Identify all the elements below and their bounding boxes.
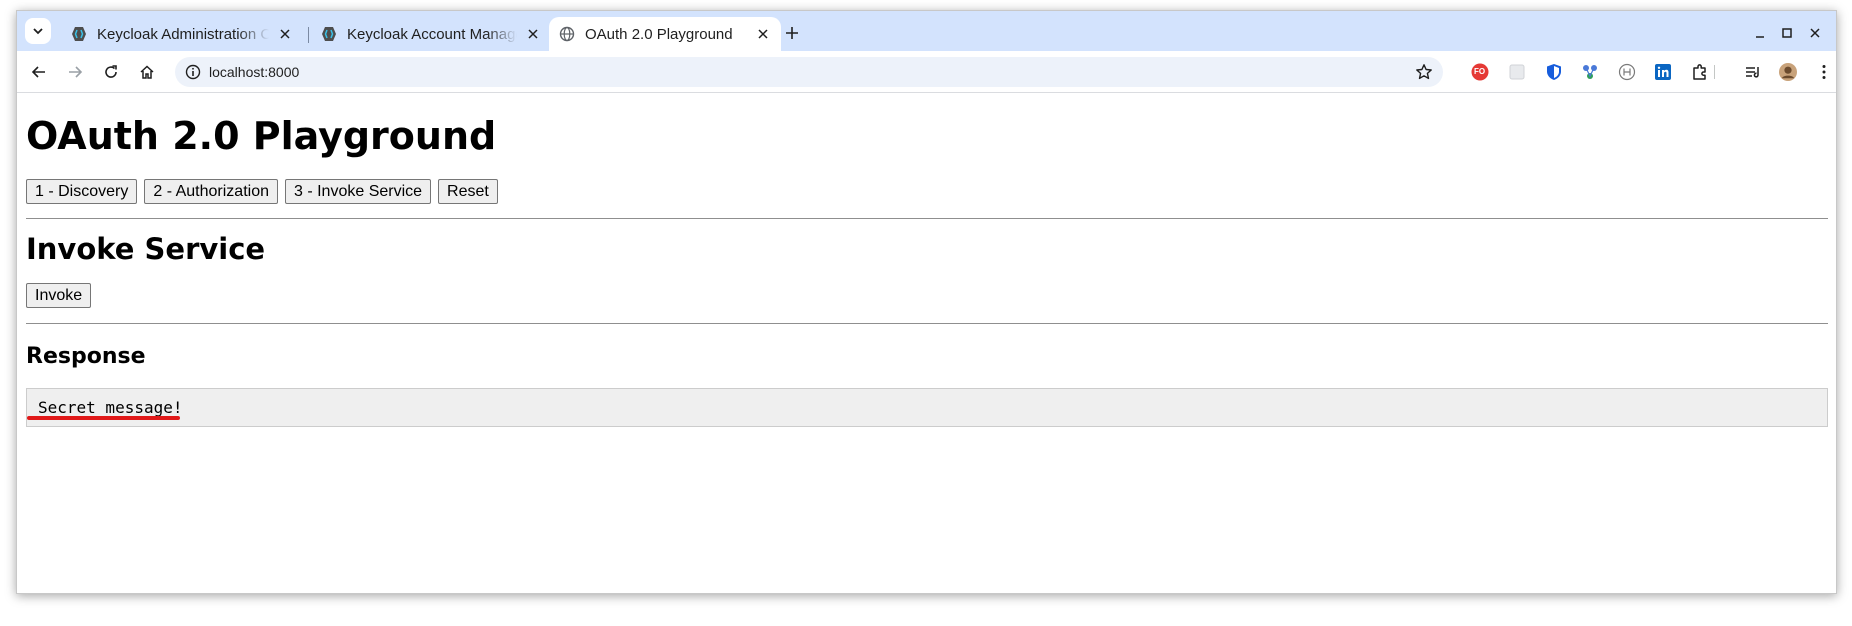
browser-toolbar: localhost:8000 FO (17, 51, 1836, 93)
bookmark-star-icon[interactable] (1415, 63, 1433, 81)
network-icon (1583, 65, 1597, 79)
puzzle-icon (1693, 64, 1706, 80)
close-window-button[interactable] (1803, 21, 1827, 45)
url-text: localhost:8000 (209, 64, 300, 80)
section-heading: Invoke Service (26, 232, 266, 266)
profile-avatar[interactable] (1779, 63, 1797, 81)
extension-placeholder-button[interactable] (1508, 63, 1526, 81)
extension-linkedin-button[interactable] (1654, 63, 1672, 81)
divider (26, 323, 1828, 324)
chevron-down-icon (33, 28, 43, 35)
linkedin-icon (1655, 64, 1671, 80)
page-title: OAuth 2.0 Playground (26, 114, 497, 158)
circle-h-icon (1618, 63, 1636, 81)
new-tab-button[interactable] (780, 21, 804, 45)
more-vert-icon (1822, 65, 1826, 79)
response-box: Secret message! (26, 388, 1828, 427)
discovery-button[interactable]: 1 - Discovery (26, 179, 138, 204)
grid-extension-icon (1509, 64, 1525, 80)
minimize-icon (1756, 36, 1764, 38)
minimize-button[interactable] (1748, 21, 1772, 45)
invoke-service-step-button[interactable]: 3 - Invoke Service (284, 179, 432, 204)
maximize-button[interactable] (1775, 21, 1799, 45)
close-icon (1810, 28, 1820, 38)
extension-circle-button[interactable] (1618, 63, 1636, 81)
avatar-icon (1779, 63, 1797, 81)
tab-keycloak-admin[interactable]: Keycloak Administration Console (61, 17, 303, 51)
arrow-left-icon (31, 66, 45, 78)
browser-window: Keycloak Administration Console Keycloak… (16, 10, 1837, 594)
home-icon (140, 65, 154, 79)
response-text: Secret message! (38, 398, 183, 417)
tab-search-button[interactable] (25, 18, 51, 44)
reload-icon (105, 65, 117, 78)
extensions-menu-button[interactable] (1691, 63, 1709, 81)
arrow-right-icon (69, 66, 83, 78)
tab-keycloak-account[interactable]: Keycloak Account Management (311, 17, 551, 51)
tab-title: OAuth 2.0 Playground (585, 25, 733, 43)
extension-badge-text: FO (1474, 67, 1486, 76)
plus-icon (786, 27, 798, 39)
authorization-button[interactable]: 2 - Authorization (144, 179, 278, 204)
globe-icon (559, 26, 575, 42)
reset-button[interactable]: Reset (438, 179, 498, 204)
extension-shield-button[interactable] (1545, 63, 1563, 81)
browser-menu-button[interactable] (1815, 63, 1833, 81)
forward-button[interactable] (63, 60, 87, 84)
home-button[interactable] (135, 60, 159, 84)
response-heading: Response (26, 344, 146, 369)
divider (26, 218, 1828, 219)
keycloak-icon (322, 27, 336, 41)
close-tab-icon[interactable] (525, 26, 541, 42)
shield-icon (1547, 64, 1561, 80)
back-button[interactable] (27, 60, 51, 84)
tab-title: Keycloak Administration Console (97, 25, 269, 43)
address-bar[interactable]: localhost:8000 (175, 57, 1443, 87)
extension-fo-button[interactable]: FO (1471, 63, 1489, 81)
reading-list-button[interactable] (1744, 63, 1762, 81)
close-tab-icon[interactable] (277, 26, 293, 42)
invoke-button[interactable]: Invoke (26, 283, 92, 308)
tab-title: Keycloak Account Management (347, 25, 517, 43)
toolbar-divider (1714, 65, 1715, 79)
page-content: OAuth 2.0 Playground 1 - Discovery 2 - A… (17, 94, 1836, 593)
annotation-underline (27, 416, 180, 420)
extension-network-button[interactable] (1581, 63, 1599, 81)
tab-strip: Keycloak Administration Console Keycloak… (17, 11, 1836, 51)
tab-oauth-playground[interactable]: OAuth 2.0 Playground (549, 17, 781, 51)
close-tab-icon[interactable] (755, 26, 771, 42)
site-info-icon[interactable] (185, 64, 201, 80)
tab-separator (308, 27, 309, 43)
media-queue-icon (1746, 67, 1759, 78)
reload-button[interactable] (99, 60, 123, 84)
maximize-icon (1782, 28, 1792, 38)
step-buttons: 1 - Discovery 2 - Authorization 3 - Invo… (26, 179, 498, 204)
keycloak-icon (72, 27, 86, 41)
